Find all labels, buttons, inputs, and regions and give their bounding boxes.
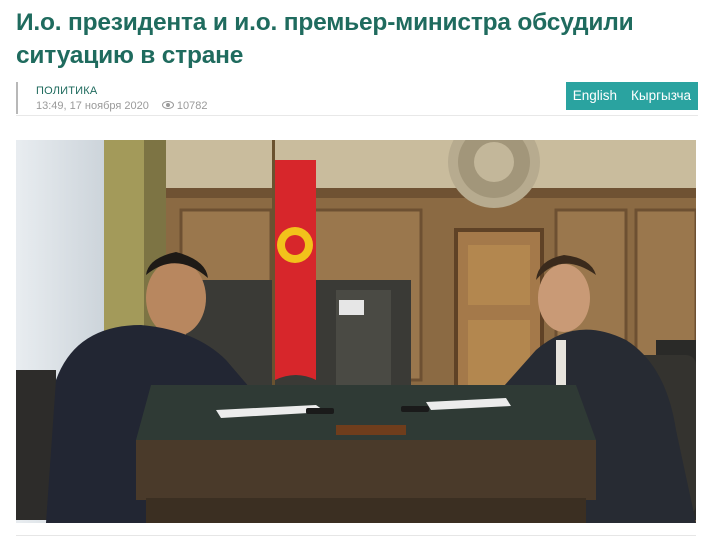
article-meta: ПОЛИТИКА 13:49, 17 ноября 2020 10782 Eng… (16, 82, 698, 116)
eye-icon (161, 101, 174, 109)
publish-datetime: 13:49, 17 ноября 2020 (36, 100, 149, 112)
language-button-english[interactable]: English (565, 82, 624, 110)
language-switcher: English Кыргызча (565, 82, 698, 110)
views-count-wrapper: 10782 (161, 100, 208, 112)
meeting-photo-illustration (16, 140, 696, 523)
category-link[interactable]: ПОЛИТИКА (36, 85, 97, 97)
language-button-kyrgyz[interactable]: Кыргызча (624, 82, 698, 110)
bottom-divider (16, 535, 696, 536)
article-title: И.о. президента и и.о. премьер-министра … (16, 9, 634, 69)
views-count: 10782 (176, 100, 208, 112)
article-photo (16, 140, 696, 523)
meta-line: 13:49, 17 ноября 2020 10782 (36, 100, 208, 112)
